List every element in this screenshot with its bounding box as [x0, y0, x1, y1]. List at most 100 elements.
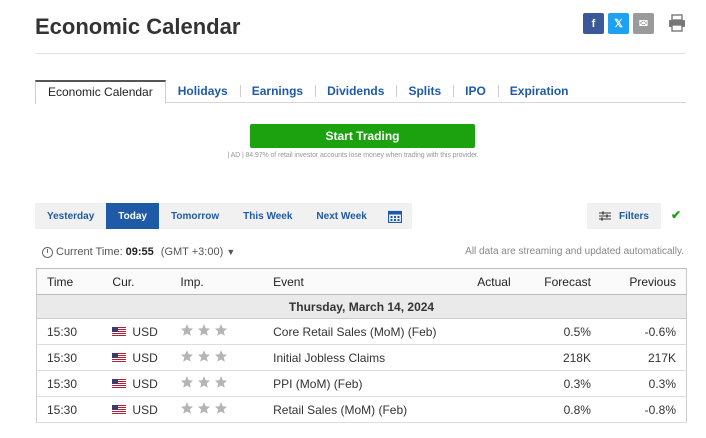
star-icon — [180, 375, 194, 392]
event-actual — [458, 344, 521, 371]
page-title: Economic Calendar — [35, 14, 241, 39]
event-previous: 0.3% — [600, 370, 687, 397]
table-row[interactable]: 15:30 USD Core Retail Sales (MoM) (Feb) 0.5… — [36, 318, 687, 345]
tab-expiration[interactable]: Expiration — [497, 80, 581, 102]
importance-stars — [180, 323, 228, 340]
economic-events-table: Time Cur. Imp. Event Actual Forecast Pre… — [36, 268, 687, 423]
us-flag-icon — [112, 351, 132, 365]
col-actual[interactable]: Actual — [458, 268, 521, 295]
filters-label: Filters — [618, 210, 649, 222]
timezone-selector[interactable]: (GMT +3:00) ▼ — [161, 246, 235, 258]
email-share-button[interactable]: ✉ — [633, 13, 654, 34]
tab-splits[interactable]: Splits — [396, 80, 453, 102]
col-forecast[interactable]: Forecast — [520, 268, 601, 295]
importance-stars — [180, 375, 228, 392]
event-name[interactable]: Core Retail Sales (MoM) (Feb) — [263, 318, 459, 345]
streaming-note: All data are streaming and updated autom… — [465, 246, 684, 257]
event-time: 15:30 — [36, 370, 103, 397]
date-filter-bar: Yesterday Today Tomorrow This Week Next … — [35, 203, 412, 229]
calendar-picker-button[interactable] — [379, 203, 412, 229]
current-time-value: 09:55 — [125, 246, 154, 258]
event-currency: USD — [102, 318, 171, 345]
filters-button[interactable]: Filters — [587, 203, 661, 229]
calendar-icon — [388, 210, 403, 223]
date-group-label: Thursday, March 14, 2024 — [36, 294, 687, 319]
tab-economic-calendar[interactable]: Economic Calendar — [35, 80, 166, 104]
event-actual — [458, 396, 521, 423]
checkmark-icon: ✔ — [671, 208, 682, 222]
clock-icon — [42, 246, 53, 258]
currency-code: USD — [132, 350, 158, 365]
event-forecast: 0.8% — [520, 396, 601, 423]
event-importance — [170, 318, 264, 345]
star-icon — [214, 375, 228, 392]
table-row[interactable]: 15:30 USD Initial Jobless Claims 218K 217K — [36, 344, 687, 371]
event-previous: 217K — [600, 344, 687, 371]
start-trading-button[interactable]: Start Trading — [250, 124, 475, 148]
event-previous: -0.8% — [600, 396, 687, 423]
col-currency[interactable]: Cur. — [102, 268, 171, 295]
col-time[interactable]: Time — [36, 268, 103, 295]
facebook-share-button[interactable]: f — [583, 13, 604, 34]
print-icon[interactable] — [668, 14, 686, 32]
twitter-share-button[interactable]: 𝕏 — [608, 13, 629, 34]
star-icon — [180, 349, 194, 366]
tab-earnings[interactable]: Earnings — [239, 80, 315, 102]
event-currency: USD — [102, 344, 171, 371]
star-icon — [197, 375, 211, 392]
event-actual — [458, 318, 521, 345]
event-name[interactable]: Retail Sales (MoM) (Feb) — [263, 396, 459, 423]
tab-holidays[interactable]: Holidays — [166, 80, 240, 102]
importance-stars — [180, 401, 228, 418]
yesterday-button[interactable]: Yesterday — [35, 203, 106, 229]
calendar-tabs: Economic Calendar Holidays Earnings Divi… — [35, 80, 686, 104]
us-flag-icon — [112, 377, 132, 391]
date-group-row: Thursday, March 14, 2024 — [36, 294, 687, 319]
importance-stars — [180, 349, 228, 366]
title-divider — [35, 53, 686, 54]
event-previous: -0.6% — [600, 318, 687, 345]
table-header-row: Time Cur. Imp. Event Actual Forecast Pre… — [36, 268, 687, 295]
star-icon — [197, 323, 211, 340]
tab-ipo[interactable]: IPO — [453, 80, 498, 102]
event-time: 15:30 — [36, 318, 103, 345]
star-icon — [214, 401, 228, 418]
star-icon — [180, 401, 194, 418]
today-button[interactable]: Today — [106, 203, 159, 229]
currency-code: USD — [132, 324, 158, 339]
next-week-button[interactable]: Next Week — [304, 203, 378, 229]
table-row[interactable]: 15:30 USD Retail Sales (MoM) (Feb) 0.8% -0.8… — [36, 396, 687, 423]
us-flag-icon — [112, 403, 132, 417]
col-importance[interactable]: Imp. — [170, 268, 264, 295]
col-previous[interactable]: Previous — [600, 268, 687, 295]
event-importance — [170, 396, 264, 423]
event-time: 15:30 — [36, 344, 103, 371]
email-icon: ✉ — [638, 18, 649, 30]
current-time-label: Current Time: — [56, 246, 123, 258]
event-name[interactable]: Initial Jobless Claims — [263, 344, 459, 371]
star-icon — [214, 323, 228, 340]
current-time-bar: Current Time: 09:55 (GMT +3:00) ▼ — [42, 246, 235, 258]
sliders-icon — [598, 211, 611, 221]
us-flag-icon — [112, 325, 132, 339]
x-icon: 𝕏 — [614, 18, 623, 30]
timezone-value: (GMT +3:00) — [160, 246, 224, 258]
col-event[interactable]: Event — [263, 268, 459, 295]
tab-dividends[interactable]: Dividends — [315, 80, 396, 102]
currency-code: USD — [132, 376, 158, 391]
star-icon — [197, 349, 211, 366]
tomorrow-button[interactable]: Tomorrow — [159, 203, 231, 229]
event-importance — [170, 344, 264, 371]
this-week-button[interactable]: This Week — [231, 203, 304, 229]
chevron-down-icon: ▼ — [226, 247, 236, 257]
event-time: 15:30 — [36, 396, 103, 423]
event-currency: USD — [102, 370, 171, 397]
star-icon — [180, 323, 194, 340]
event-name[interactable]: PPI (MoM) (Feb) — [263, 370, 459, 397]
event-forecast: 0.5% — [520, 318, 601, 345]
table-row[interactable]: 15:30 USD PPI (MoM) (Feb) 0.3% 0.3% — [36, 370, 687, 397]
event-actual — [458, 370, 521, 397]
facebook-icon: f — [591, 17, 596, 30]
event-importance — [170, 370, 264, 397]
event-forecast: 218K — [520, 344, 601, 371]
